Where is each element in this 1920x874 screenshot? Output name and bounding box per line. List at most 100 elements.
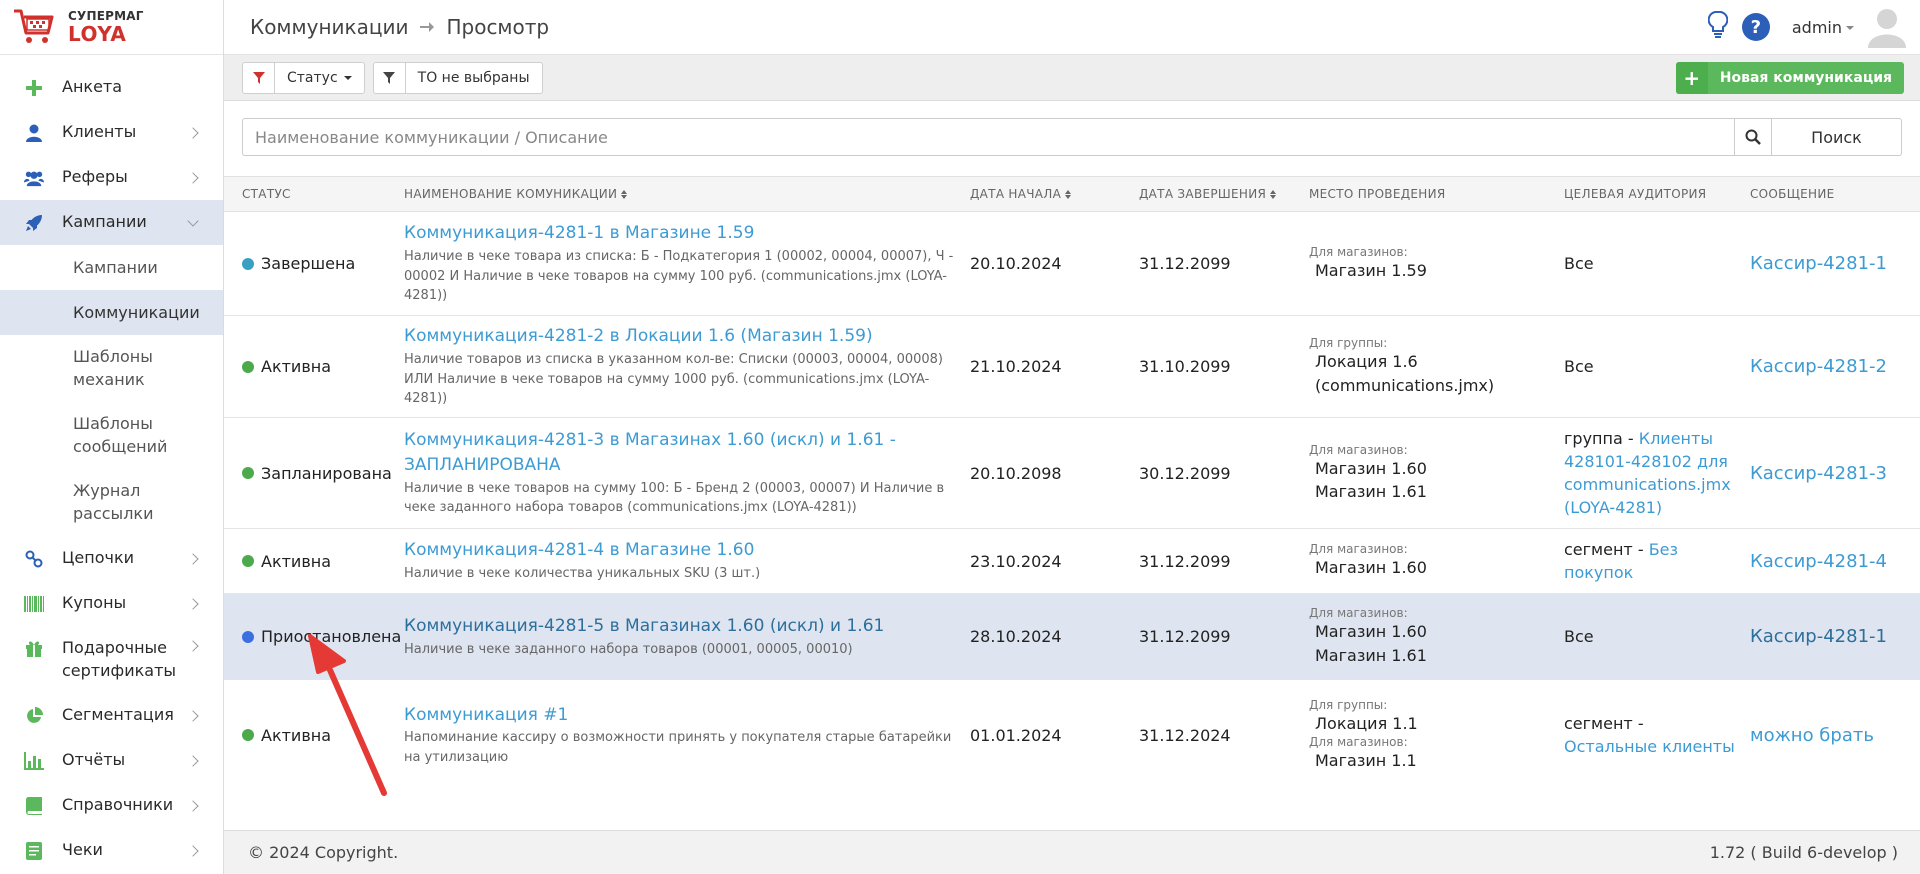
communication-description: Наличие товаров из списка в указанном ко…	[404, 352, 943, 407]
communication-link[interactable]: Коммуникация-4281-4 в Магазине 1.60	[404, 538, 956, 563]
message-link[interactable]: Кассир-4281-2	[1750, 356, 1920, 377]
breadcrumb-communications[interactable]: Коммуникации	[250, 15, 408, 39]
new-communication-label: Новая коммуникация	[1719, 69, 1892, 86]
sidebar-item-reports[interactable]: Отчёты	[0, 738, 223, 783]
table-row[interactable]: Запланирована Коммуникация-4281-3 в Мага…	[224, 418, 1920, 529]
filter-icon	[374, 62, 406, 93]
sidebar-subitem-mailing-log[interactable]: Журнал рассылки	[0, 469, 223, 536]
start-date: 21.10.2024	[970, 357, 1062, 376]
col-status: СТАТУС	[242, 187, 291, 201]
status-dot	[242, 467, 254, 479]
help-icon[interactable]: ?	[1741, 13, 1770, 41]
sidebar-item-label: Подарочные сертификаты	[62, 638, 177, 680]
place-value: Магазин 1.1	[1315, 751, 1417, 770]
col-start-sort[interactable]: ДАТА НАЧАЛА	[970, 187, 1139, 201]
place-value: Магазин 1.60	[1315, 558, 1427, 578]
message-link[interactable]: Кассир-4281-3	[1750, 463, 1920, 484]
logo[interactable]: СУПЕРМАГ LOYA	[0, 0, 223, 55]
communication-description: Наличие в чеке заданного набора товаров …	[404, 641, 853, 657]
message-link[interactable]: можно брать	[1750, 725, 1920, 746]
status-text: Активна	[261, 725, 332, 745]
communication-link[interactable]: Коммуникация-4281-3 в Магазинах 1.60 (ис…	[404, 428, 956, 477]
sidebar-item-clients[interactable]: Клиенты	[0, 110, 223, 155]
status-filter-label: Статус	[287, 69, 338, 86]
new-communication-button[interactable]: + Новая коммуникация	[1675, 61, 1904, 94]
message-link[interactable]: Кассир-4281-1	[1750, 626, 1920, 647]
end-date: 31.12.2099	[1139, 551, 1231, 571]
communication-link[interactable]: Коммуникация #1	[404, 703, 956, 728]
gift-icon	[24, 638, 44, 658]
chevron-right-icon	[187, 552, 199, 565]
place-label: Для магазинов:	[1309, 542, 1408, 557]
plus-icon: +	[1675, 61, 1708, 94]
sidebar-subitem-mechanic-templates[interactable]: Шаблоны механик	[0, 335, 223, 402]
table-header: СТАТУС НАИМЕНОВАНИЕ КОМУНИКАЦИИ ДАТА НАЧ…	[224, 176, 1920, 212]
sidebar-item-directories[interactable]: Справочники	[0, 783, 223, 828]
avatar[interactable]	[1868, 6, 1906, 48]
search-button[interactable]: Поиск	[1772, 118, 1902, 156]
footer: © 2024 Copyright. 1.72 ( Build 6-develop…	[224, 830, 1920, 874]
audience-prefix: сегмент -	[1564, 713, 1644, 733]
start-date: 01.01.2024	[970, 725, 1062, 745]
place-label: Для магазинов:	[1309, 606, 1408, 621]
search-input[interactable]	[242, 118, 1734, 156]
lightbulb-icon[interactable]	[1707, 10, 1729, 43]
search-icon[interactable]	[1734, 118, 1772, 156]
sidebar-item-referers[interactable]: Реферы	[0, 155, 223, 200]
table-row[interactable]: Приостановлена Коммуникация-4281-5 в Маг…	[224, 594, 1920, 680]
place-value: Магазин 1.60	[1315, 622, 1427, 642]
sidebar-subitem-communications[interactable]: Коммуникации	[0, 290, 223, 335]
sidebar-subitem-label: Шаблоны сообщений	[73, 414, 168, 456]
sidebar-item-label: Сегментация	[62, 705, 174, 725]
col-name-sort[interactable]: НАИМЕНОВАНИЕ КОМУНИКАЦИИ	[404, 187, 970, 201]
sidebar-item-label: Анкета	[62, 77, 123, 97]
sidebar-item-receipts[interactable]: Чеки	[0, 828, 223, 873]
table-row[interactable]: Активна Коммуникация-4281-2 в Локации 1.…	[224, 316, 1920, 418]
plus-icon	[24, 78, 44, 98]
end-date: 31.10.2099	[1139, 357, 1231, 376]
sidebar-subitem-message-templates[interactable]: Шаблоны сообщений	[0, 402, 223, 469]
col-end-sort[interactable]: ДАТА ЗАВЕРШЕНИЯ	[1139, 187, 1309, 201]
sidebar-item-campaigns[interactable]: Кампании	[0, 200, 223, 245]
communication-link[interactable]: Коммуникация-4281-1 в Магазине 1.59	[404, 221, 956, 246]
status-text: Завершена	[261, 254, 356, 273]
sidebar-item-segmentation[interactable]: Сегментация	[0, 693, 223, 738]
chevron-right-icon	[187, 597, 199, 610]
communication-link[interactable]: Коммуникация-4281-5 в Магазинах 1.60 (ис…	[404, 614, 956, 639]
chevron-down-icon	[187, 214, 199, 227]
search-bar: Поиск	[242, 118, 1902, 156]
caret-down-icon	[1846, 26, 1854, 30]
table-row[interactable]: Активна Коммуникация-4281-4 в Магазине 1…	[224, 529, 1920, 594]
users-icon	[24, 168, 44, 188]
status-dot	[242, 729, 254, 741]
sidebar-subitem-campaigns[interactable]: Кампании	[0, 245, 223, 290]
chevron-right-icon	[187, 799, 199, 812]
sidebar-item-chains[interactable]: Цепочки	[0, 536, 223, 581]
message-link[interactable]: Кассир-4281-1	[1750, 253, 1920, 274]
sidebar-item-coupons[interactable]: Купоны	[0, 581, 223, 626]
message-link[interactable]: Кассир-4281-4	[1750, 551, 1920, 572]
user-menu[interactable]: admin	[1792, 18, 1854, 37]
sidebar-item-gift-certificates[interactable]: Подарочные сертификаты	[0, 626, 223, 693]
filter-icon	[243, 62, 275, 93]
end-date: 30.12.2099	[1139, 463, 1231, 483]
status-dot	[242, 257, 254, 270]
audience: сегмент - Остальные клиенты	[1564, 712, 1750, 758]
place-value: Магазин 1.59	[1315, 260, 1427, 280]
to-filter[interactable]: ТО не выбраны	[372, 61, 543, 94]
sidebar-subitem-label: Шаблоны механик	[73, 347, 153, 389]
table-row[interactable]: Завершена Коммуникация-4281-1 в Магазине…	[224, 212, 1920, 316]
chevron-right-icon	[187, 126, 199, 139]
logo-title: СУПЕРМАГ	[68, 9, 144, 23]
place-label: Для магазинов:	[1309, 442, 1408, 457]
status-text: Приостановлена	[261, 627, 402, 646]
sidebar-item-anketa[interactable]: Анкета	[0, 65, 223, 110]
status-filter-dropdown[interactable]: Статус	[275, 63, 364, 93]
communication-link[interactable]: Коммуникация-4281-2 в Локации 1.6 (Магаз…	[404, 324, 956, 349]
status-text: Активна	[261, 357, 332, 376]
table-row[interactable]: Активна Коммуникация #1 Напоминание касси…	[224, 680, 1920, 790]
col-place: МЕСТО ПРОВЕДЕНИЯ	[1309, 187, 1446, 201]
logo-subtitle: LOYA	[68, 22, 127, 46]
audience-link[interactable]: Остальные клиенты	[1564, 737, 1735, 756]
status-filter[interactable]: Статус	[242, 61, 365, 94]
